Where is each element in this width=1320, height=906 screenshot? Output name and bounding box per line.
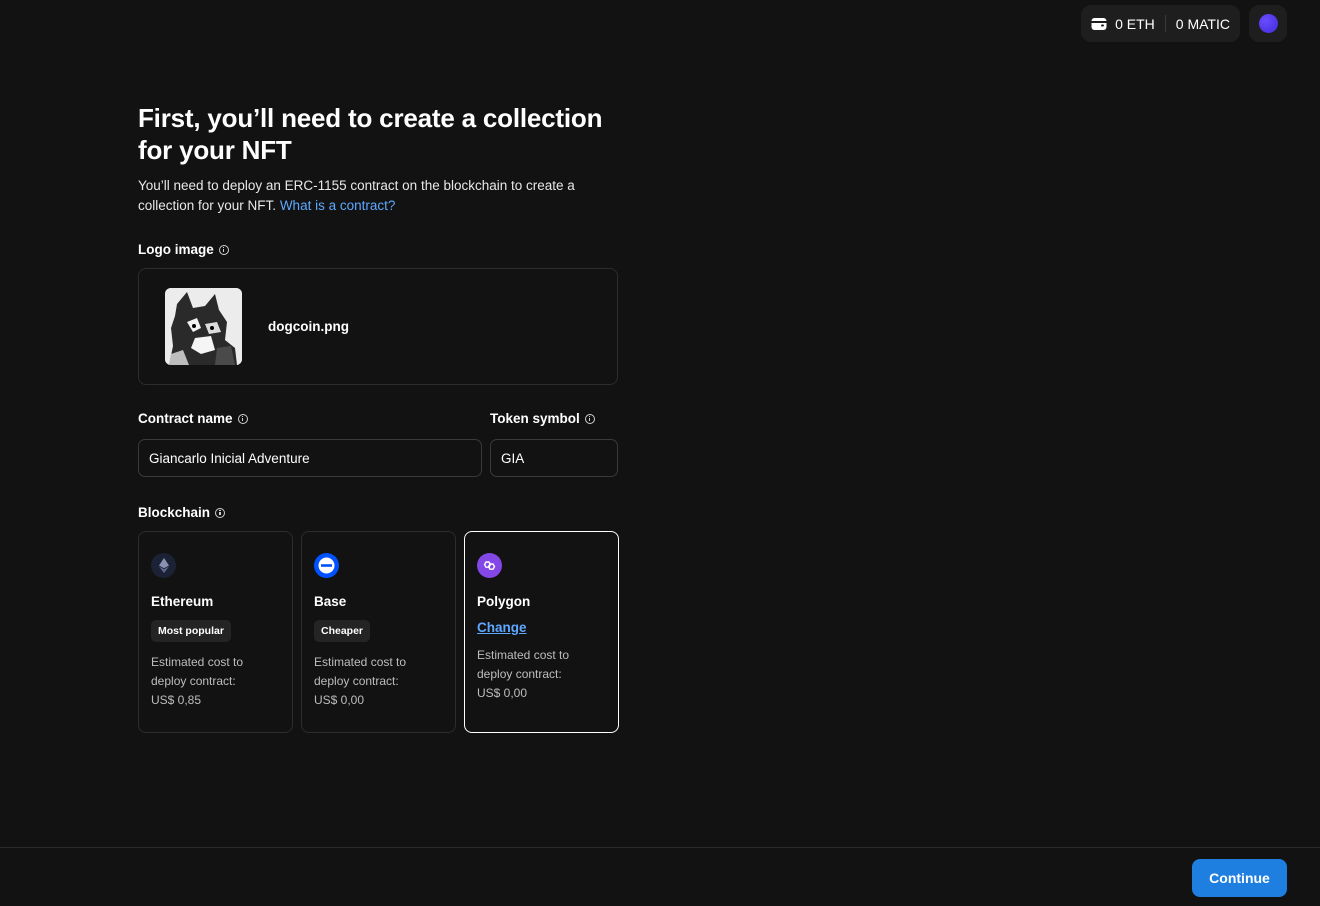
blockchain-options: Ethereum Most popular Estimated cost to … (138, 531, 620, 733)
chain-badge: Cheaper (314, 620, 371, 642)
token-symbol-label-text: Token symbol (490, 411, 580, 426)
dog-image-icon (165, 288, 242, 365)
contract-name-value: Giancarlo Inicial Adventure (149, 450, 310, 466)
token-symbol-value: GIA (501, 450, 525, 466)
chain-option-base[interactable]: Base Cheaper Estimated cost to deploy co… (301, 531, 456, 733)
change-chain-link[interactable]: Change (477, 620, 606, 635)
blockchain-label: Blockchain (138, 505, 620, 520)
divider (1164, 15, 1166, 32)
logo-thumbnail (165, 288, 242, 365)
base-icon (314, 553, 339, 578)
eth-balance-text: 0 ETH (1115, 15, 1155, 32)
cost-line: Estimated cost to (477, 648, 570, 662)
chain-badge: Most popular (151, 620, 231, 642)
logo-upload-area[interactable]: dogcoin.png (138, 268, 618, 385)
cost-line: Estimated cost to (314, 655, 407, 669)
contract-fields-row: Contract name Giancarlo Inicial Adventur… (138, 411, 620, 477)
cost-line: Estimated cost to (151, 655, 244, 669)
logo-filename: dogcoin.png (268, 319, 349, 334)
create-collection-form: First, you’ll need to create a collectio… (138, 102, 620, 733)
logo-image-label: Logo image (138, 242, 620, 257)
cost-value: US$ 0,00 (314, 693, 365, 707)
token-symbol-group: Token symbol GIA (490, 411, 618, 477)
info-icon[interactable] (584, 413, 595, 424)
logo-image-label-text: Logo image (138, 242, 214, 257)
page-title: First, you’ll need to create a collectio… (138, 103, 603, 165)
cost-line: deploy contract: (151, 674, 236, 688)
cost-line: deploy contract: (477, 667, 562, 681)
wallet-icon (1091, 17, 1107, 30)
chain-name: Base (314, 594, 347, 609)
page-subtitle: You’ll need to deploy an ERC-1155 contra… (138, 176, 598, 216)
eth-balance: 0 ETH (1091, 16, 1155, 32)
chain-name: Ethereum (151, 594, 214, 609)
token-symbol-input[interactable]: GIA (490, 439, 618, 477)
contract-name-input[interactable]: Giancarlo Inicial Adventure (138, 439, 482, 477)
contract-name-label-text: Contract name (138, 411, 233, 426)
contract-name-group: Contract name Giancarlo Inicial Adventur… (138, 411, 482, 477)
footer-bar: Continue (0, 847, 1320, 906)
blockchain-label-text: Blockchain (138, 505, 211, 520)
chain-cost: Estimated cost to deploy contract: US$ 0… (151, 653, 280, 710)
chain-option-ethereum[interactable]: Ethereum Most popular Estimated cost to … (138, 531, 293, 733)
info-icon[interactable] (218, 244, 229, 255)
info-icon[interactable] (215, 507, 226, 518)
cost-line: deploy contract: (314, 674, 399, 688)
continue-button[interactable]: Continue (1192, 859, 1287, 897)
matic-balance-text: 0 MATIC (1175, 15, 1230, 32)
ethereum-icon (151, 553, 176, 578)
polygon-icon (477, 553, 502, 578)
avatar (1258, 14, 1278, 33)
cost-value: US$ 0,00 (477, 686, 528, 700)
chain-cost: Estimated cost to deploy contract: US$ 0… (477, 646, 606, 703)
what-is-contract-link[interactable]: What is a contract? (280, 198, 396, 213)
chain-option-polygon[interactable]: Polygon Change Estimated cost to deploy … (464, 531, 619, 733)
top-bar: 0 ETH 0 MATIC (1081, 5, 1287, 42)
wallet-balance-button[interactable]: 0 ETH 0 MATIC (1081, 5, 1240, 42)
profile-button[interactable] (1249, 5, 1287, 42)
chain-name: Polygon (477, 594, 531, 609)
contract-name-label: Contract name (138, 411, 482, 426)
info-icon[interactable] (237, 413, 248, 424)
chain-cost: Estimated cost to deploy contract: US$ 0… (314, 653, 443, 710)
token-symbol-label: Token symbol (490, 411, 618, 426)
cost-value: US$ 0,85 (151, 693, 202, 707)
